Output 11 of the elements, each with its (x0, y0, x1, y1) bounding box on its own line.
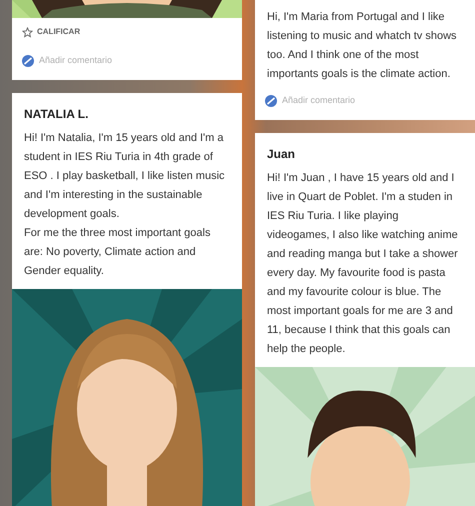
post-title: NATALIA L. (23, 106, 90, 122)
post-title: Juan (266, 146, 296, 162)
avatar-icon (265, 94, 277, 107)
post-text: Hi! I'm Juan , I have 15 years old and I live in Quart de Poblet. I'm a studen in IES Riu Turia. I like playing videogames, I also like watching anime and reading manga but I take a shower every day. My favourite food is pasta and my favourite colour is blue. The most important goals for me are 3 and 11, because I think that this goals can help the people. (266, 170, 459, 356)
post-text: Hi! I'm Natalia, I'm 15 years old and I'm a student in IES Riu Turia in 4th grade of ESO . I play basketball, I like listen music and I'm interesting in the sustainable development goals. For me the three most important goals are: No poverty, Climate action and Gender equality. (23, 130, 226, 278)
rate-button[interactable]: CALIFICAR (22, 26, 80, 38)
avatar-icon (22, 54, 34, 67)
star-icon (22, 26, 33, 38)
comment-field[interactable]: Añadir comentario (282, 94, 432, 108)
post-text: Hi, I'm Maria from Portugal and I like listening to music and whatch tv shows too. And I think one of the most importants goals is the climate action. (266, 10, 458, 82)
comment-field[interactable]: Añadir comentario (39, 54, 189, 68)
